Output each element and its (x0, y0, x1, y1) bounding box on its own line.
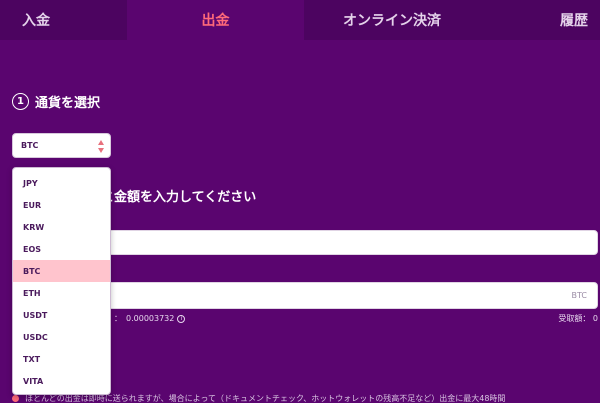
info-icon[interactable]: i (177, 314, 186, 323)
currency-dropdown-list: JPY EUR KRW EOS BTC ETH USDT USDC TXT VI… (12, 167, 111, 395)
received-label: 受取額： (558, 314, 591, 323)
sort-arrows-icon (98, 140, 104, 153)
tab-online-payment[interactable]: オンライン決済 (304, 0, 480, 40)
step-number-badge: 1 (12, 93, 29, 110)
option-eth[interactable]: ETH (13, 282, 110, 304)
tab-deposit[interactable]: 入金 (0, 0, 127, 40)
option-btc[interactable]: BTC (13, 260, 110, 282)
option-usdc[interactable]: USDC (13, 326, 110, 348)
currency-select[interactable]: BTC (12, 133, 111, 158)
option-eos[interactable]: EOS (13, 238, 110, 260)
step1-heading: 1 通貨を選択 (12, 92, 100, 111)
received-amount: 受取額： 0 (558, 313, 598, 324)
fee-value: 0.00003732 (126, 314, 175, 323)
warning-icon (12, 394, 19, 402)
fee-info: ： 0.00003732 i (114, 313, 186, 324)
fee-row: ： 0.00003732 i 受取額： 0 (100, 313, 600, 325)
received-value: 0 (592, 314, 598, 323)
currency-select-value: BTC (21, 141, 39, 150)
tab-bar: 入金 出金 オンライン決済 履歴 (0, 0, 600, 40)
option-txt[interactable]: TXT (13, 348, 110, 370)
step1-title: 通貨を選択 (35, 96, 101, 111)
amount-input[interactable]: BTC (100, 282, 598, 309)
option-jpy[interactable]: JPY (13, 172, 110, 194)
amount-unit-label: BTC (571, 291, 588, 300)
option-eur[interactable]: EUR (13, 194, 110, 216)
step2-title: スと金額を入力してください (88, 190, 257, 205)
tab-withdraw[interactable]: 出金 (127, 0, 304, 40)
fee-label: ： (114, 314, 122, 323)
tab-history[interactable]: 履歴 (480, 0, 600, 40)
option-krw[interactable]: KRW (13, 216, 110, 238)
option-usdt[interactable]: USDT (13, 304, 110, 326)
option-vita[interactable]: VITA (13, 370, 110, 392)
address-input[interactable] (100, 230, 598, 255)
